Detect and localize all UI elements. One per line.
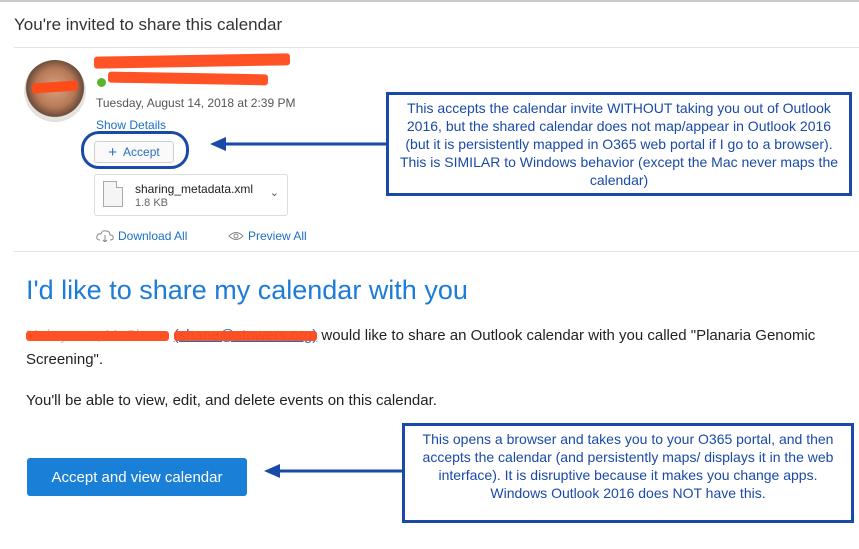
arrow-to-accept bbox=[210, 137, 386, 151]
subject-divider bbox=[14, 47, 859, 48]
chevron-down-icon[interactable]: ⌄ bbox=[270, 186, 279, 199]
message-date: Tuesday, August 14, 2018 at 2:39 PM bbox=[96, 96, 296, 110]
sender-name-redaction bbox=[93, 53, 291, 69]
inline-name-redaction bbox=[26, 331, 170, 341]
preview-all-label: Preview All bbox=[248, 229, 307, 243]
invitation-headline: I'd like to share my calendar with you bbox=[26, 275, 468, 305]
attachment-card[interactable]: sharing_metadata.xml 1.8 KB ⌄ bbox=[94, 174, 288, 216]
download-all-label: Download All bbox=[118, 229, 188, 243]
header-divider bbox=[14, 251, 859, 252]
sender-email-link[interactable]: (shane@stowers.org) bbox=[173, 327, 318, 344]
eye-icon bbox=[228, 232, 244, 240]
sender-name-inline: Mehryman, M. Shane bbox=[26, 327, 170, 344]
callout-view: This opens a browser and takes you to yo… bbox=[402, 423, 854, 523]
xml-file-icon bbox=[103, 181, 123, 207]
invitation-body-line2: Screening". bbox=[26, 351, 104, 368]
invitation-body-line1: Mehryman, M. Shane (shane@stowers.org) w… bbox=[26, 327, 815, 344]
preview-all-link[interactable]: Preview All bbox=[228, 229, 307, 243]
inline-email-redaction bbox=[173, 331, 318, 341]
attachment-file-size: 1.8 KB bbox=[135, 197, 169, 209]
callout-accept: This accepts the calendar invite WITHOUT… bbox=[386, 92, 852, 196]
download-all-link[interactable]: Download All bbox=[96, 229, 187, 243]
cloud-download-icon bbox=[96, 230, 114, 242]
window-top-border bbox=[0, 0, 859, 2]
arrow-to-view-button bbox=[264, 464, 402, 478]
attachment-file-name: sharing_metadata.xml bbox=[135, 182, 254, 196]
presence-indicator bbox=[96, 77, 107, 88]
show-details-link[interactable]: Show Details bbox=[96, 118, 166, 132]
accept-highlight-ring bbox=[81, 131, 189, 169]
message-subject: You're invited to share this calendar bbox=[14, 15, 283, 34]
sender-avatar bbox=[24, 60, 86, 122]
invitation-body-line3: You'll be able to view, edit, and delete… bbox=[26, 392, 437, 409]
accept-and-view-calendar-button[interactable]: Accept and view calendar bbox=[27, 458, 247, 496]
sender-email-redaction bbox=[107, 71, 269, 86]
avatar-redaction bbox=[31, 80, 79, 94]
